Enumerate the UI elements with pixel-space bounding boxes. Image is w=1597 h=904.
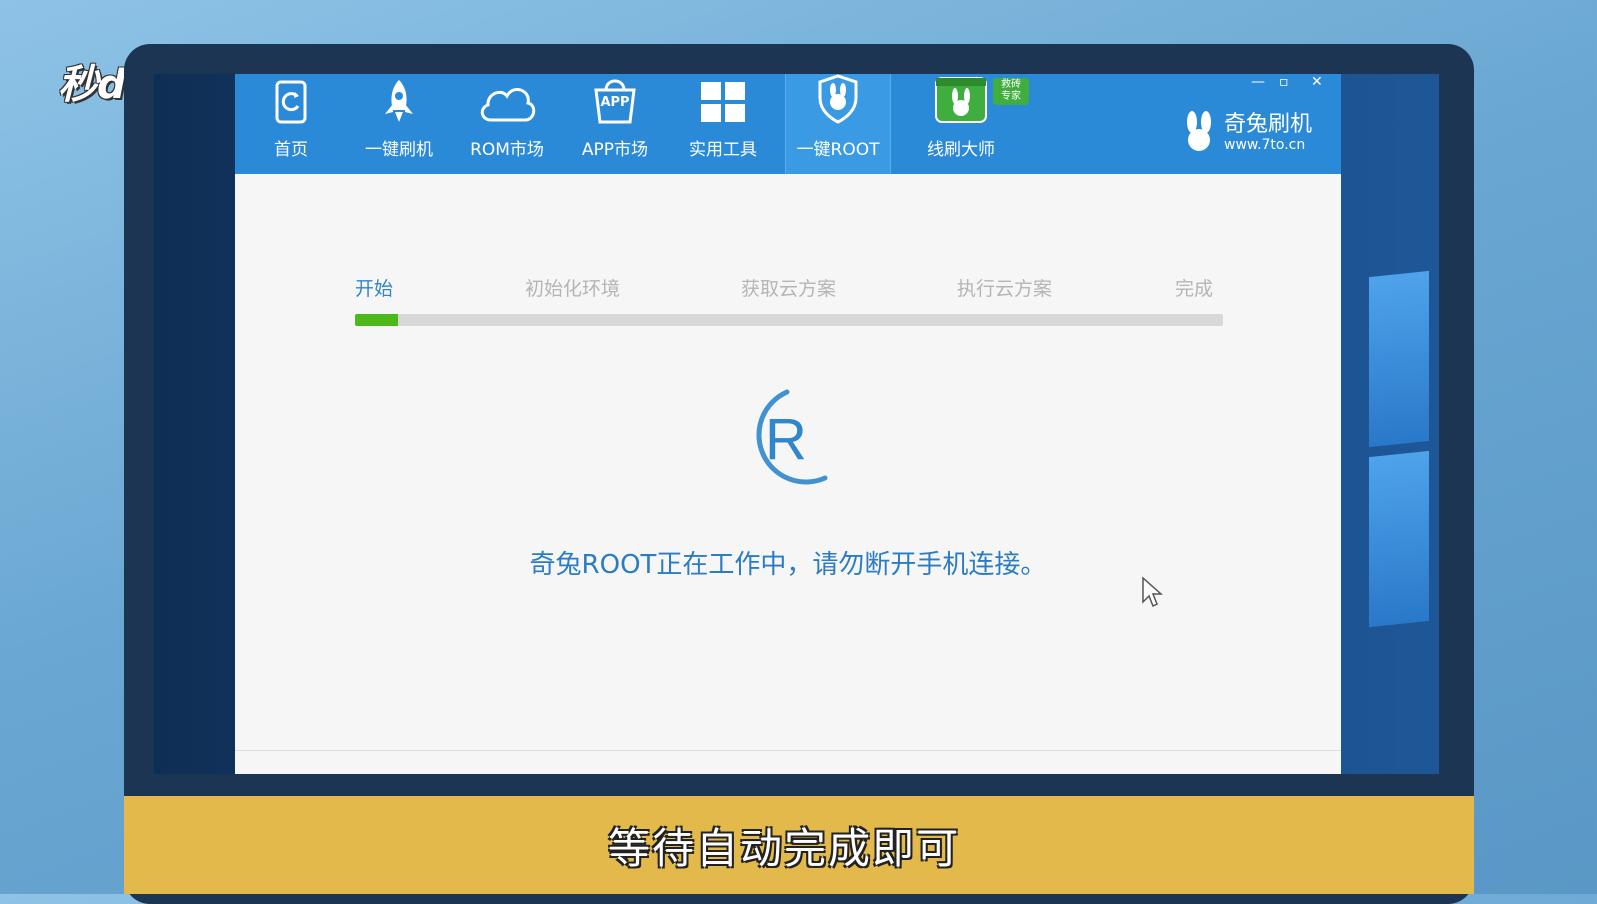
brand-name: 奇兔刷机 [1224,112,1313,137]
loading-spinner: R [735,386,831,494]
tab-utility-tools[interactable]: 实用工具 [669,74,777,174]
root-steps: 开始 初始化环境 获取云方案 执行云方案 完成 [355,274,1223,304]
tab-label: 实用工具 [689,140,757,160]
step-label: 完成 [1175,278,1214,300]
close-icon[interactable]: ✕ [1311,74,1323,90]
bag-app-text: APP [600,95,630,110]
tab-home[interactable]: 首页 [237,74,345,174]
tab-label: ROM市场 [470,140,544,160]
rabbit-logo-icon [1180,110,1218,156]
tab-label: 线刷大师 [927,140,995,160]
tab-rom-market[interactable]: ROM市场 [453,74,561,174]
shield-rabbit-icon [816,74,860,129]
tab-one-click-root[interactable]: 一键ROOT [785,74,891,174]
tab-label: APP市场 [581,140,649,160]
maximize-icon[interactable]: ▫ [1279,74,1289,90]
rocket-icon [381,78,417,129]
mouse-cursor-icon [1141,576,1163,612]
progress-fill [355,314,399,326]
subtitle-text: 等待自动完成即可 [607,823,960,873]
desktop-screen: 首页 一键刷机 ROM市场 APP APP市场 实用工具 一键ROOT 线刷大师… [154,74,1439,774]
tab-app-market[interactable]: APP APP市场 [561,74,669,174]
tab-label: 一键刷机 [365,140,433,160]
step-label: 初始化环境 [525,278,621,300]
brand-logo: 奇兔刷机 www.7to.cn [1180,110,1312,156]
brand-url: www.7to.cn [1224,137,1306,153]
subtitle-bar: 等待自动完成即可 [124,796,1474,894]
shopping-bag-icon: APP [590,76,640,129]
tab-label: 首页 [274,140,308,160]
minimize-icon[interactable]: — [1251,74,1265,90]
divider [235,750,1341,751]
monitor-frame: 首页 一键刷机 ROM市场 APP APP市场 实用工具 一键ROOT 线刷大师… [124,44,1474,904]
step-label: 获取云方案 [741,278,837,300]
root-progress-bar [355,314,1223,326]
windows-logo-pane [1369,270,1429,448]
phone-refresh-icon [273,80,309,129]
cloud-icon [475,80,539,129]
windows-logo-pane [1369,450,1429,628]
rabbit-box-icon [934,74,988,129]
step-label: 开始 [355,278,394,300]
tab-label: 一键ROOT [796,140,880,160]
grid-icon [699,80,747,129]
status-message: 奇兔ROOT正在工作中，请勿断开手机连接。 [529,550,1047,580]
app-window: 首页 一键刷机 ROM市场 APP APP市场 实用工具 一键ROOT 线刷大师… [235,74,1341,774]
step-label: 执行云方案 [957,278,1053,300]
brick-rescue-badge: 救砖 专家 [993,78,1029,105]
tab-one-click-flash[interactable]: 一键刷机 [345,74,453,174]
spinner-letter: R [765,407,807,472]
main-toolbar: 首页 一键刷机 ROM市场 APP APP市场 实用工具 一键ROOT 线刷大师… [235,74,1341,174]
